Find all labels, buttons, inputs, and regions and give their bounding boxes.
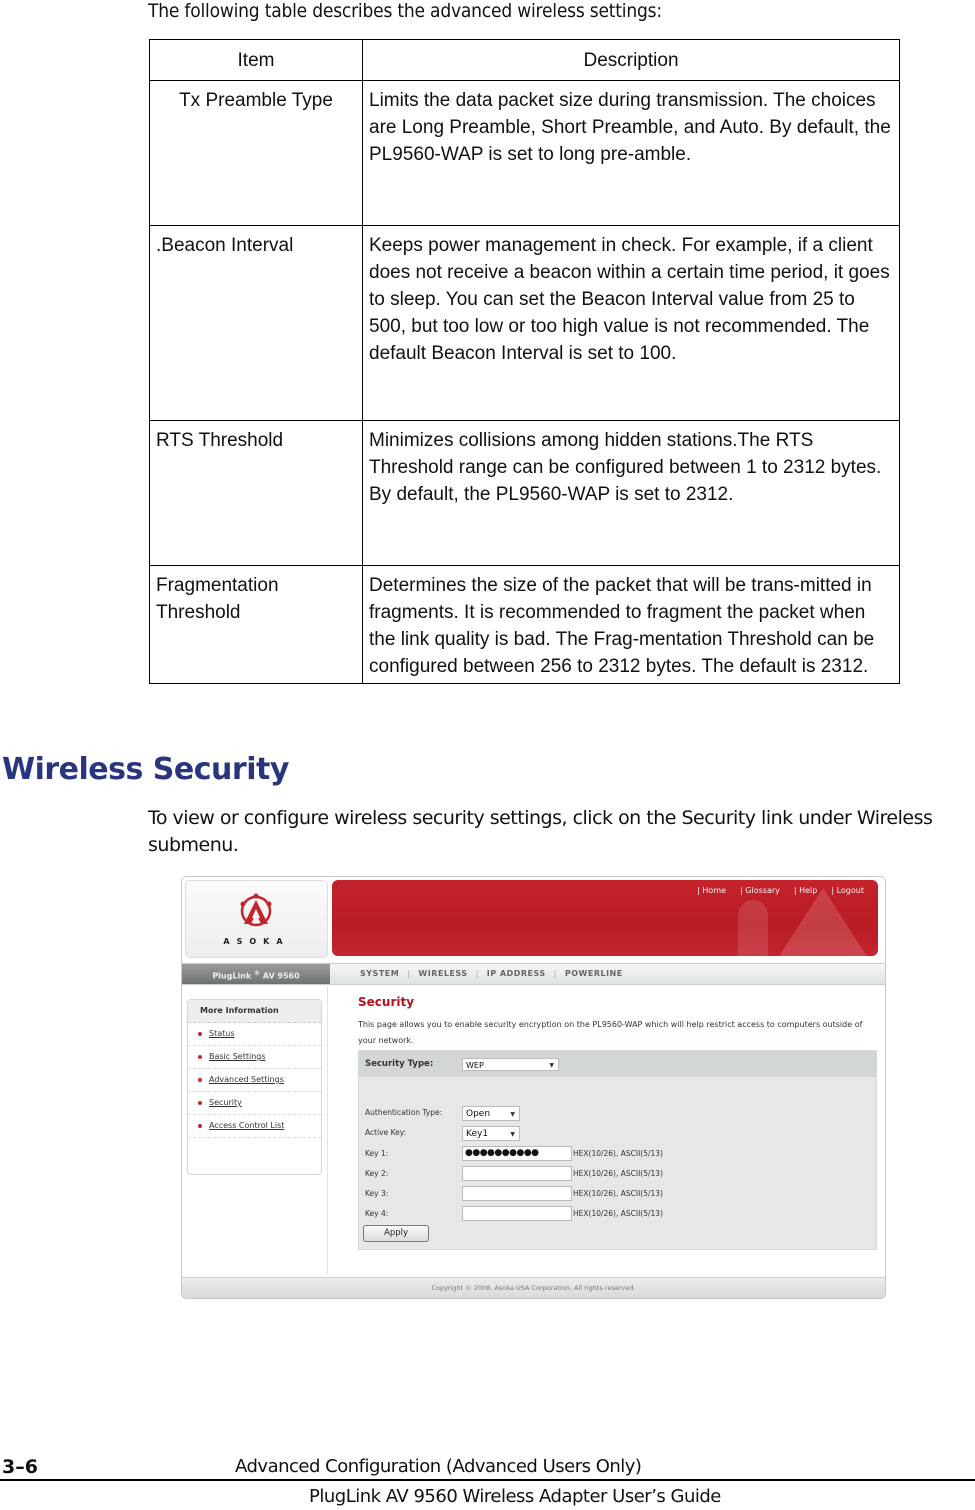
guide-title: PlugLink AV 9560 Wireless Adapter User’s… [309,1486,721,1507]
key-2-hint: HEX(10/26), ASCII(5/13) [573,1169,663,1178]
row-description: Determines the size of the packet that w… [362,565,900,684]
sidebar-item-label[interactable]: Status [209,1023,235,1045]
key-4-hint: HEX(10/26), ASCII(5/13) [573,1209,663,1218]
row-item: RTS Threshold [149,420,363,566]
active-key-label: Active Key: [365,1128,407,1137]
key-3-input[interactable] [462,1186,572,1201]
table-row: RTS Threshold Minimizes collisions among… [149,420,900,566]
sidebar-item-advanced-settings[interactable]: Advanced Settings [188,1069,321,1092]
header-description: Description [362,39,900,81]
key-1-label: Key 1: [365,1149,389,1158]
sidebar-item-security[interactable]: Security [188,1092,321,1115]
sidebar-item-status[interactable]: Status [188,1023,321,1046]
key-2-label: Key 2: [365,1169,389,1178]
bullet-icon [198,1032,202,1036]
nav-separator: | [553,969,557,978]
sidebar-item-access-control-list[interactable]: Access Control List [188,1115,321,1138]
dropdown-arrow-icon: ▼ [510,1131,515,1138]
help-link[interactable]: | Help [794,886,817,895]
auth-type-value: Open [466,1109,491,1119]
nav-separator: | [407,969,411,978]
form-header [359,1051,876,1077]
main-nav: SYSTEM | WIRELESS | IP ADDRESS | POWERLI… [360,964,623,984]
row-description: Keeps power management in check. For exa… [362,225,900,421]
chapter-title: Advanced Configuration (Advanced Users O… [235,1456,642,1477]
key-3-hint: HEX(10/26), ASCII(5/13) [573,1189,663,1198]
bullet-icon [198,1101,202,1105]
nav-powerline[interactable]: POWERLINE [565,964,623,984]
nav-wireless[interactable]: WIRELESS [418,964,467,984]
security-page-screenshot: ASOKA | Home | Glossary | Help | Logout … [181,876,886,1299]
key-1-input[interactable]: ●●●●●●●●●● [462,1146,572,1161]
content-description: This page allows you to enable security … [358,1020,863,1045]
sidebar-item-label[interactable]: Advanced Settings [209,1069,284,1091]
table-row: Fragmentation Threshold Determines the s… [149,565,900,684]
footer-divider [0,1479,975,1481]
active-key-select[interactable]: Key1 ▼ [462,1126,520,1141]
row-description: Limits the data packet size during trans… [362,80,900,226]
dropdown-arrow-icon: ▼ [549,1062,554,1069]
table-row: .Beacon Interval Keeps power management … [149,225,900,421]
nav-bar: PlugLink ® AV 9560 SYSTEM | WIRELESS | I… [182,963,885,985]
glossary-link[interactable]: | Glossary [740,886,780,895]
more-information-panel: More Information Status Basic Settings A… [187,999,322,1175]
bullet-icon [198,1078,202,1082]
banner-decoration [738,900,768,956]
top-links: | Home | Glossary | Help | Logout [697,886,864,895]
nav-ip-address[interactable]: IP ADDRESS [487,964,546,984]
content-title: Security [358,995,415,1009]
more-information-title: More Information [188,1000,321,1023]
header-item: Item [149,39,363,81]
section-paragraph: To view or configure wireless security s… [148,807,933,856]
dropdown-arrow-icon: ▼ [510,1111,515,1118]
page-number: 3–6 [2,1456,38,1478]
security-type-value: WEP [466,1061,484,1070]
row-item: Fragmentation Threshold [149,565,363,684]
row-item: Tx Preamble Type [149,80,363,226]
sidebar-item-basic-settings[interactable]: Basic Settings [188,1046,321,1069]
logo: ASOKA [185,880,328,958]
intro-text: The following table describes the advanc… [148,0,662,22]
registered-mark: ® [254,970,260,977]
key-2-input[interactable] [462,1166,572,1181]
brand-model: AV 9560 [262,971,300,981]
sidebar-item-label[interactable]: Access Control List [209,1115,284,1137]
home-link[interactable]: | Home [697,886,726,895]
advanced-settings-table: Item Description Tx Preamble Type Limits… [149,39,900,684]
security-type-label: Security Type: [365,1059,434,1069]
table-header-row: Item Description [149,39,900,81]
logout-link[interactable]: | Logout [831,886,864,895]
copyright-bar: Copyright © 2008. Asoka USA Corporation.… [182,1277,885,1298]
section-heading: Wireless Security [2,752,289,787]
brand-name: PlugLink [212,971,252,981]
bullet-icon [198,1124,202,1128]
header-banner: | Home | Glossary | Help | Logout [332,880,878,956]
apply-button[interactable]: Apply [363,1225,429,1242]
bullet-icon [198,1055,202,1059]
nav-separator: | [475,969,479,978]
security-type-select[interactable]: WEP ▼ [462,1058,559,1071]
auth-type-select[interactable]: Open ▼ [462,1106,520,1121]
nav-system[interactable]: SYSTEM [360,964,399,984]
sidebar-item-label[interactable]: Basic Settings [209,1046,266,1068]
key-4-label: Key 4: [365,1209,389,1218]
auth-type-label: Authentication Type: [365,1108,443,1117]
row-description: Minimizes collisions among hidden statio… [362,420,900,566]
table-row: Tx Preamble Type Limits the data packet … [149,80,900,226]
product-brand: PlugLink ® AV 9560 [182,964,330,984]
row-item: .Beacon Interval [149,225,363,421]
active-key-value: Key1 [466,1129,489,1139]
asoka-logo-icon [240,893,272,927]
banner-decoration [778,888,868,956]
sidebar-item-label[interactable]: Security [209,1092,242,1114]
key-4-input[interactable] [462,1206,572,1221]
key-3-label: Key 3: [365,1189,389,1198]
logo-text: ASOKA [223,937,290,946]
key-1-hint: HEX(10/26), ASCII(5/13) [573,1149,663,1158]
sidebar-divider [327,984,328,1274]
security-form: Security Type: WEP ▼ Authentication Type… [358,1050,877,1250]
